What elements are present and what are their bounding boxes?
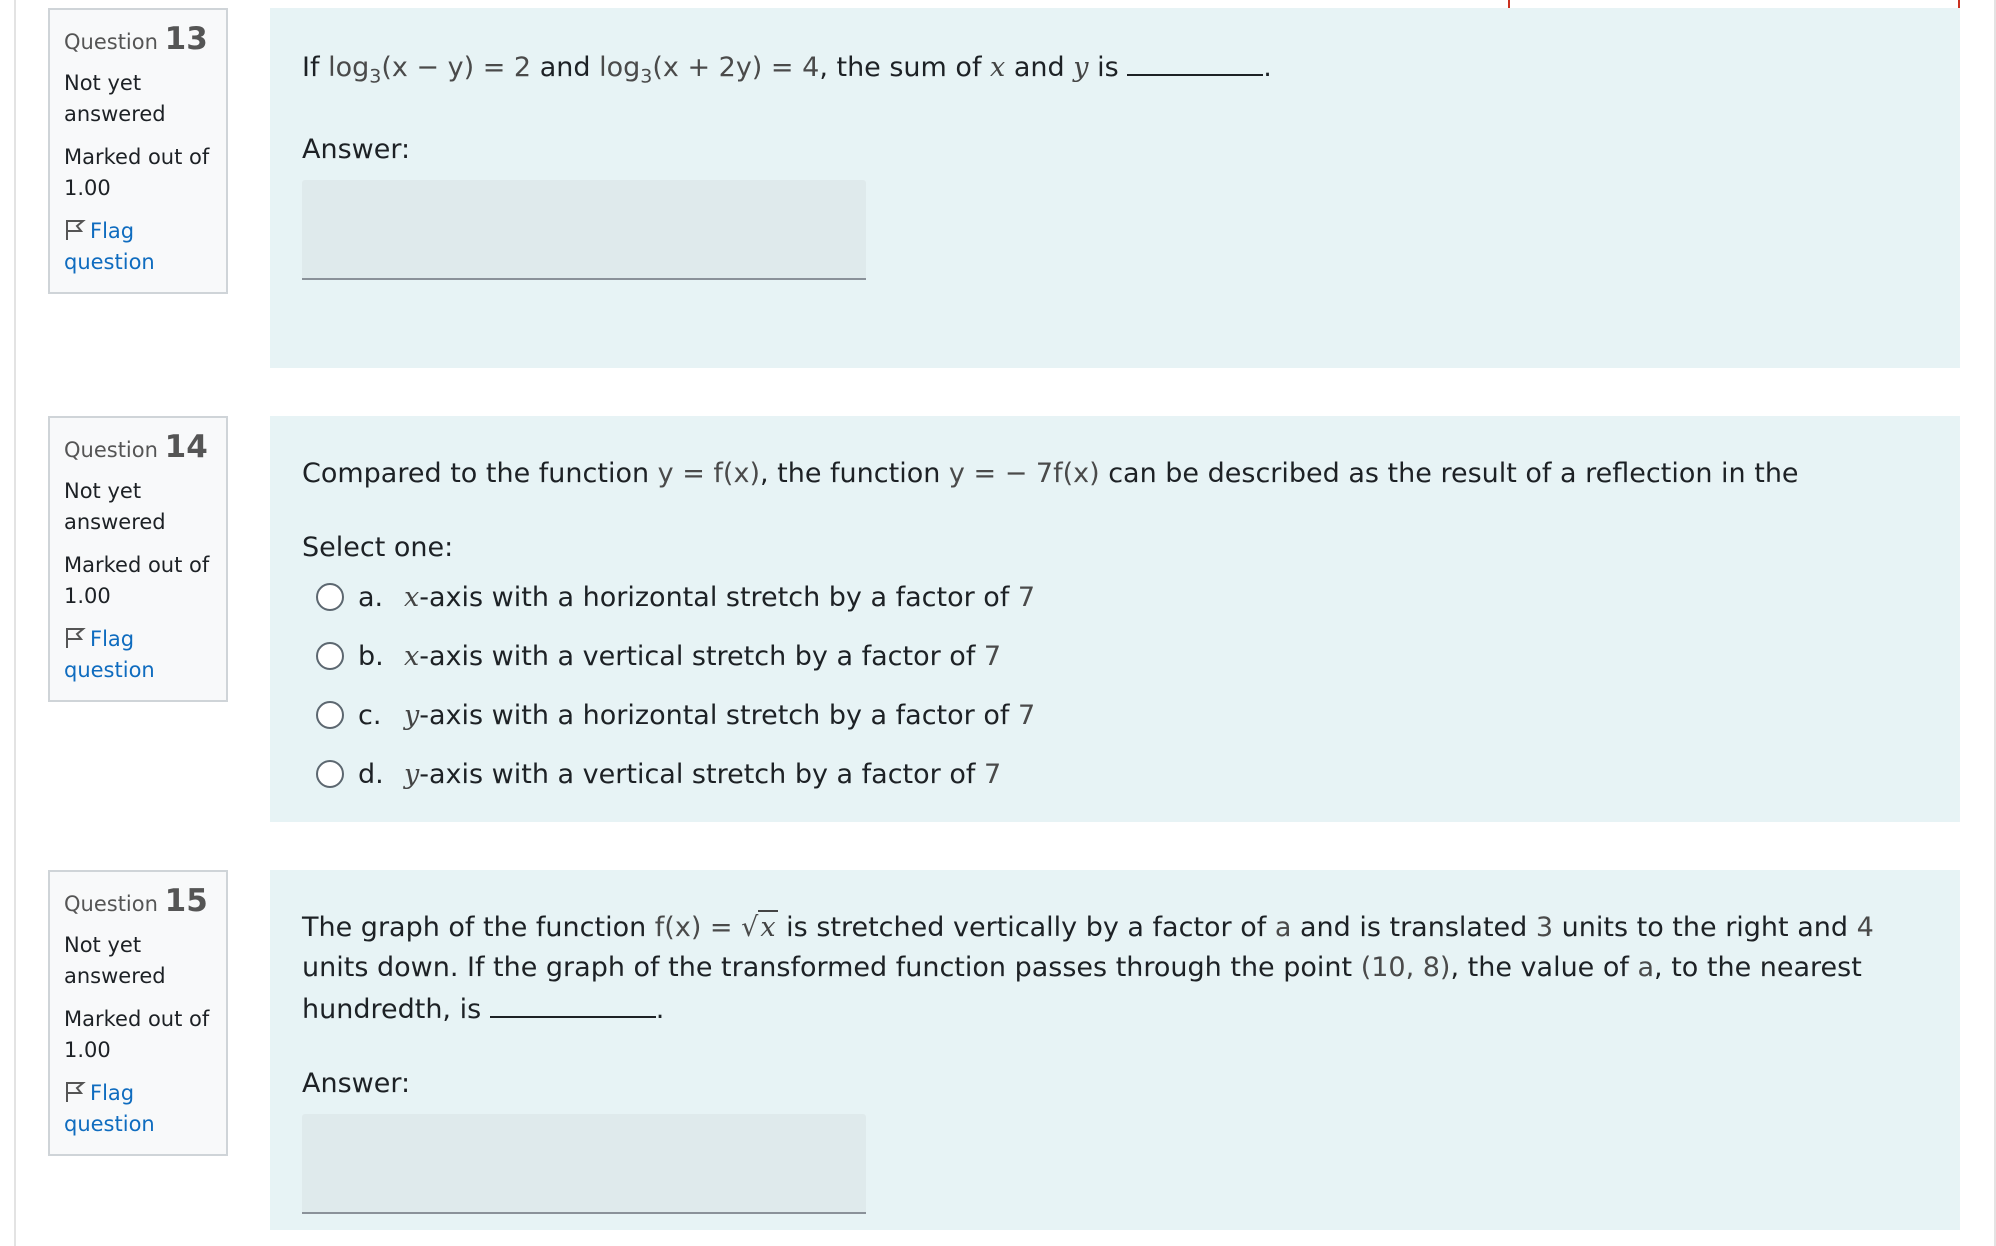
flag-icon	[66, 628, 86, 648]
answer-blank	[1127, 46, 1264, 76]
answer-label: Answer:	[302, 1068, 411, 1099]
page-left-border	[14, 0, 16, 1246]
answer-label: Answer:	[302, 134, 411, 166]
radio-button[interactable]	[316, 760, 344, 788]
flag-question-link[interactable]: Flag question	[64, 1078, 212, 1140]
question-text: If log3(x − y) = 2 and log3(x + 2y) = 4,…	[302, 46, 1928, 96]
flag-question-link[interactable]: Flag question	[64, 216, 212, 278]
question-number: Question 15	[64, 883, 208, 919]
question-state: Not yet answered	[64, 71, 166, 126]
option-c[interactable]: c. y-axis with a horizontal stretch by a …	[302, 686, 1928, 745]
option-a[interactable]: a. x-axis with a horizontal stretch by a …	[302, 568, 1928, 627]
radio-button[interactable]	[316, 583, 344, 611]
question-content-13: If log3(x − y) = 2 and log3(x + 2y) = 4,…	[270, 8, 1960, 368]
question-grade: Marked out of 1.00	[64, 553, 210, 608]
flag-icon	[66, 1082, 86, 1102]
question-number: Question 14	[64, 429, 208, 465]
sqrt-symbol: √	[741, 912, 759, 943]
answer-input[interactable]	[302, 180, 866, 281]
question-state: Not yet answered	[64, 933, 166, 988]
question-text: The graph of the function f(x) = √x is s…	[302, 910, 1874, 1025]
select-one-label: Select one:	[302, 532, 454, 563]
question-state: Not yet answered	[64, 479, 166, 534]
answer-input[interactable]	[302, 1114, 866, 1214]
flag-question-link[interactable]: Flag question	[64, 624, 212, 686]
radio-button[interactable]	[316, 642, 344, 670]
option-d[interactable]: d. y-axis with a vertical stretch by a fa…	[302, 745, 1928, 804]
question-content-15: The graph of the function f(x) = √x is s…	[270, 870, 1960, 1230]
answer-blank	[489, 988, 656, 1018]
question-text: Compared to the function y = f(x), the f…	[302, 458, 1799, 489]
option-b[interactable]: b. x-axis with a vertical stretch by a fa…	[302, 627, 1928, 686]
radio-button[interactable]	[316, 701, 344, 729]
question-info-13: Question 13 Not yet answered Marked out …	[48, 8, 228, 294]
question-number: Question 13	[64, 21, 208, 57]
flag-icon	[66, 220, 86, 240]
question-grade: Marked out of 1.00	[64, 1007, 210, 1062]
question-info-15: Question 15 Not yet answered Marked out …	[48, 870, 228, 1156]
question-info-14: Question 14 Not yet answered Marked out …	[48, 416, 228, 702]
question-grade: Marked out of 1.00	[64, 145, 210, 200]
question-content-14: Compared to the function y = f(x), the f…	[270, 416, 1960, 822]
